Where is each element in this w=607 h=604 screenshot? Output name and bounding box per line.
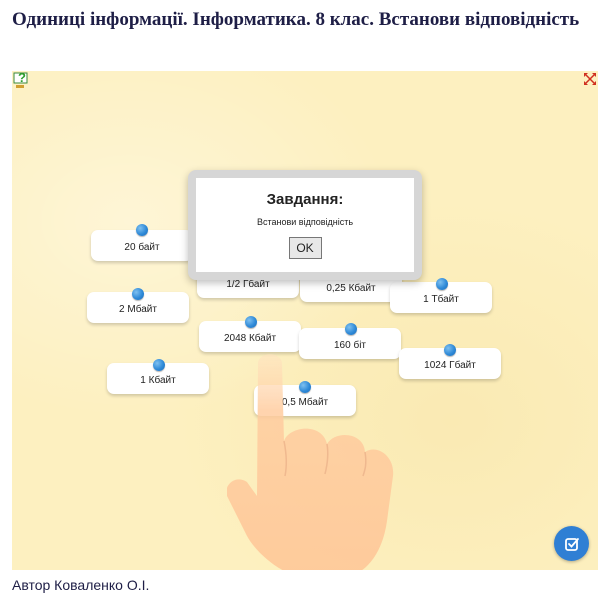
card-pin[interactable] bbox=[132, 288, 144, 300]
task-dialog: Завдання: Встанови відповідність OK bbox=[188, 170, 422, 280]
fullscreen-icon[interactable] bbox=[583, 72, 597, 86]
card-label: 0,25 Кбайт bbox=[326, 283, 376, 294]
help-question-icon[interactable]: ? bbox=[13, 71, 31, 90]
card-pin[interactable] bbox=[245, 316, 257, 328]
card-pin[interactable] bbox=[444, 344, 456, 356]
dialog-text: Встанови відповідність bbox=[256, 217, 354, 227]
card-pin[interactable] bbox=[436, 278, 448, 290]
card-pin[interactable] bbox=[153, 359, 165, 371]
activity-stage: ? 1/2 Гбайт 0,25 Кбайт 20 байт 2 Мбайт 1… bbox=[12, 71, 598, 570]
dialog-title: Завдання: bbox=[266, 191, 344, 208]
page-title: Одиниці інформації. Інформатика. 8 клас.… bbox=[12, 9, 580, 30]
check-icon bbox=[564, 537, 579, 551]
card-label: 2 Мбайт bbox=[119, 304, 157, 315]
card-label: 1024 Гбайт bbox=[424, 360, 476, 371]
card-label: 1/2 Гбайт bbox=[226, 279, 270, 290]
task-dialog-body: Завдання: Встанови відповідність OK bbox=[196, 178, 414, 272]
card-label: 20 байт bbox=[124, 242, 160, 253]
pointing-hand-icon bbox=[227, 354, 394, 570]
author-credit: Автор Коваленко О.І. bbox=[12, 577, 150, 593]
card-label: 1 Тбайт bbox=[423, 294, 459, 305]
card-label: 1 Кбайт bbox=[140, 375, 176, 386]
card-pin[interactable] bbox=[345, 323, 357, 335]
check-answers-button[interactable] bbox=[554, 526, 589, 561]
svg-text:?: ? bbox=[18, 72, 26, 85]
card-pin[interactable] bbox=[136, 224, 148, 236]
ok-button[interactable]: OK bbox=[288, 237, 322, 259]
card-label: 2048 Кбайт bbox=[223, 333, 277, 344]
